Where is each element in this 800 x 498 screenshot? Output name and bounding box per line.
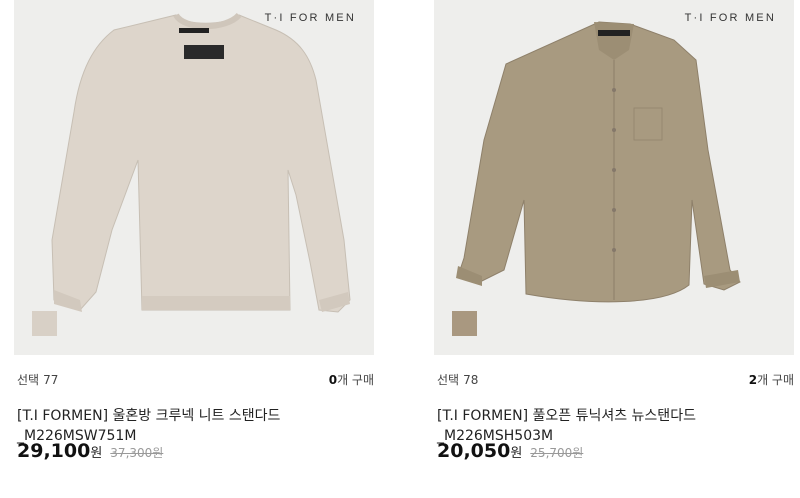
product-grid: T·I FOR MEN 선택 77 0개 구매 [T.I FORMEN] 울혼방 … <box>0 0 800 498</box>
color-swatch[interactable] <box>32 311 57 336</box>
purchase-number: 2 <box>748 373 758 387</box>
original-price: 37,300원 <box>110 446 164 460</box>
purchase-suffix: 개 구매 <box>757 373 794 387</box>
currency-unit: 원 <box>90 446 103 461</box>
purchase-suffix: 개 구매 <box>337 373 374 387</box>
product-meta: 선택 77 0개 구매 <box>17 371 374 389</box>
select-count: 선택 78 <box>437 371 478 388</box>
knit-sweater-illustration <box>51 12 351 313</box>
sale-price: 20,050 <box>437 440 511 462</box>
original-price: 25,700원 <box>530 446 584 460</box>
select-number: 77 <box>43 373 59 387</box>
price-row: 20,050원 25,700원 <box>437 440 794 470</box>
button-shirt-illustration <box>456 21 741 303</box>
product-image[interactable]: T·I FOR MEN <box>434 0 794 355</box>
brand-label: T·I FOR MEN <box>684 12 776 24</box>
sale-price: 29,100 <box>17 440 91 462</box>
color-swatch[interactable] <box>452 311 477 336</box>
select-number: 78 <box>463 373 479 387</box>
select-label: 선택 <box>437 373 460 387</box>
purchase-number: 0 <box>328 373 338 387</box>
product-card[interactable]: T·I FOR MEN 선택 77 0개 구매 [T.I FORMEN] 울혼방 … <box>14 0 374 498</box>
currency-unit: 원 <box>510 446 523 461</box>
select-count: 선택 77 <box>17 371 58 388</box>
product-meta: 선택 78 2개 구매 <box>437 371 794 389</box>
purchase-count: 2개 구매 <box>749 371 794 388</box>
purchase-count: 0개 구매 <box>329 371 374 388</box>
product-image[interactable]: T·I FOR MEN <box>14 0 374 355</box>
product-card[interactable]: T·I FOR MEN 선택 78 2개 구매 [T.I FORMEN] 풀오픈 … <box>434 0 794 498</box>
select-label: 선택 <box>17 373 40 387</box>
brand-label: T·I FOR MEN <box>264 12 356 24</box>
price-row: 29,100원 37,300원 <box>17 440 374 470</box>
